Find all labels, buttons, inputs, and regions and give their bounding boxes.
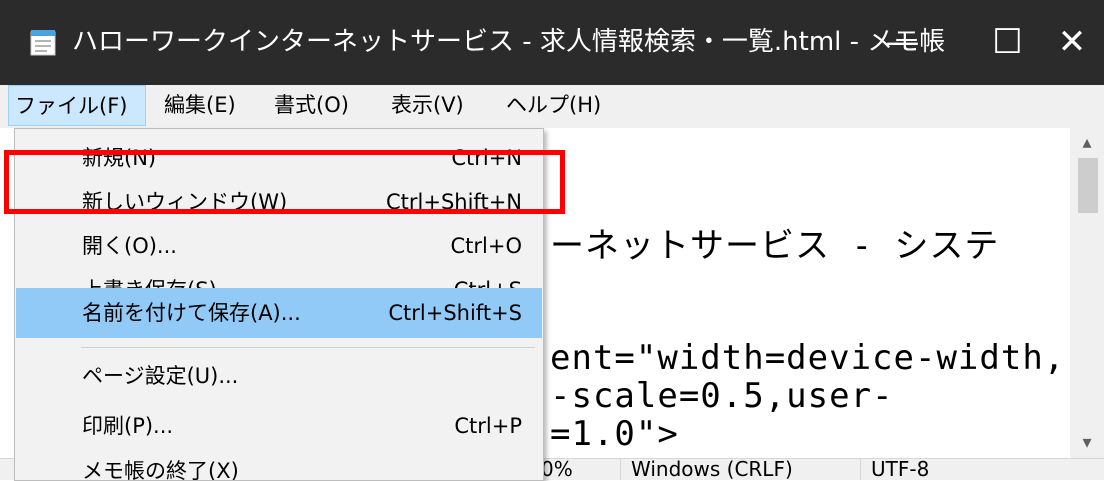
menu-separator bbox=[81, 347, 535, 348]
chevron-up-icon[interactable]: ▴ bbox=[1070, 128, 1104, 158]
vertical-scrollbar[interactable]: ▴ ▾ bbox=[1070, 128, 1104, 458]
menu-item-exit[interactable]: メモ帳の終了(X) bbox=[16, 449, 542, 481]
menu-item-save-as[interactable]: 名前を付けて保存(A)... Ctrl+Shift+S bbox=[16, 288, 542, 338]
editor-line: ent="width=device-width, bbox=[550, 338, 1066, 378]
menu-item-shortcut: Ctrl+Shift+S bbox=[388, 301, 522, 325]
status-line-ending: Windows (CRLF) bbox=[620, 459, 860, 480]
menu-edit[interactable]: 編集(E) bbox=[158, 85, 242, 126]
status-encoding: UTF-8 bbox=[860, 459, 1104, 480]
menu-item-shortcut: Ctrl+O bbox=[450, 234, 523, 258]
menu-help[interactable]: ヘルプ(H) bbox=[500, 85, 607, 126]
menu-view[interactable]: 表示(V) bbox=[385, 85, 470, 126]
title-bar: ハローワークインターネットサービス - 求人情報検索・一覧.html - メモ帳… bbox=[0, 0, 1104, 85]
editor-line: -scale=0.5,user- bbox=[550, 376, 894, 416]
menu-item-print[interactable]: 印刷(P)... Ctrl+P bbox=[16, 404, 542, 448]
editor-line: ーネットサービス - システ bbox=[550, 226, 1000, 266]
chevron-down-icon[interactable]: ▾ bbox=[1070, 428, 1104, 458]
scrollbar-thumb[interactable] bbox=[1078, 158, 1098, 213]
menu-bar: ファイル(F) 編集(E) 書式(O) 表示(V) ヘルプ(H) bbox=[0, 85, 1104, 128]
menu-item-shortcut: Ctrl+P bbox=[454, 414, 522, 438]
menu-item-label: 名前を付けて保存(A)... bbox=[82, 301, 301, 325]
menu-item-label: 開く(O)... bbox=[82, 234, 177, 258]
highlight-annotation-box bbox=[4, 150, 565, 214]
menu-item-label: ページ設定(U)... bbox=[82, 364, 239, 388]
menu-item-label: メモ帳の終了(X) bbox=[82, 459, 239, 481]
menu-file[interactable]: ファイル(F) bbox=[8, 85, 146, 126]
window-title: ハローワークインターネットサービス - 求人情報検索・一覧.html - メモ帳 bbox=[72, 27, 946, 57]
menu-item-page-setup[interactable]: ページ設定(U)... bbox=[16, 354, 542, 398]
editor-line: =1.0"> bbox=[550, 414, 679, 454]
menu-format[interactable]: 書式(O) bbox=[268, 85, 355, 126]
menu-item-label: 印刷(P)... bbox=[82, 414, 174, 438]
notepad-icon bbox=[28, 28, 58, 58]
menu-item-open[interactable]: 開く(O)... Ctrl+O bbox=[16, 224, 542, 268]
close-button[interactable]: ✕ bbox=[1040, 0, 1104, 85]
